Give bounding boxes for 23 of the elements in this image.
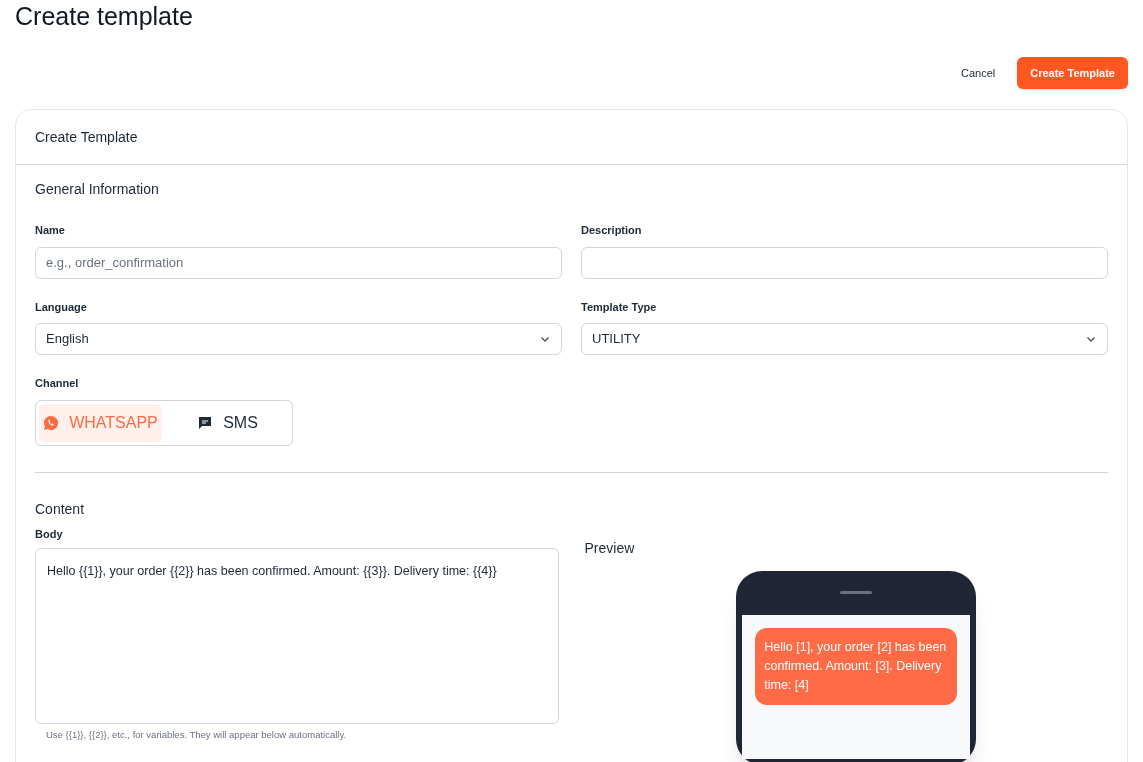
page-title: Create template [15,1,194,31]
section-heading: Content [35,499,86,519]
cancel-button[interactable]: Cancel [956,64,1000,82]
field-label: Language [35,299,88,315]
text-input-field[interactable] [581,246,1108,279]
text-input-field[interactable]: e.g., order_confirmation [35,246,562,279]
field-label: Description [581,223,643,238]
channel-option[interactable]: SMS [166,403,289,442]
chat-phone-icon [43,414,60,431]
field-label: Name [35,223,66,238]
message-icon [197,414,214,431]
select-field[interactable]: UTILITY [581,323,1108,355]
card-title: Create Template [35,127,138,147]
field-label: Template Type [581,299,658,315]
section-heading: General Information [35,180,160,199]
hint-text: Use {{1}}, {{2}}, etc., for variables. They will appear below automatically. [45,728,348,742]
field-label: Channel [35,376,80,391]
select-field[interactable]: English [35,323,562,355]
body-text-area[interactable]: Hello {{1}}, your order {{2}} has been confirmed. Amount: {{3}}. Delivery time: {{4}} [35,548,559,724]
message-bubble: Hello [1], your order [2] has been confirmed. Amount: [3]. Delivery time: [4] [755,627,958,705]
preview-label: Preview [584,538,636,558]
phone-speaker [840,591,873,594]
field-label: Body [35,526,64,542]
